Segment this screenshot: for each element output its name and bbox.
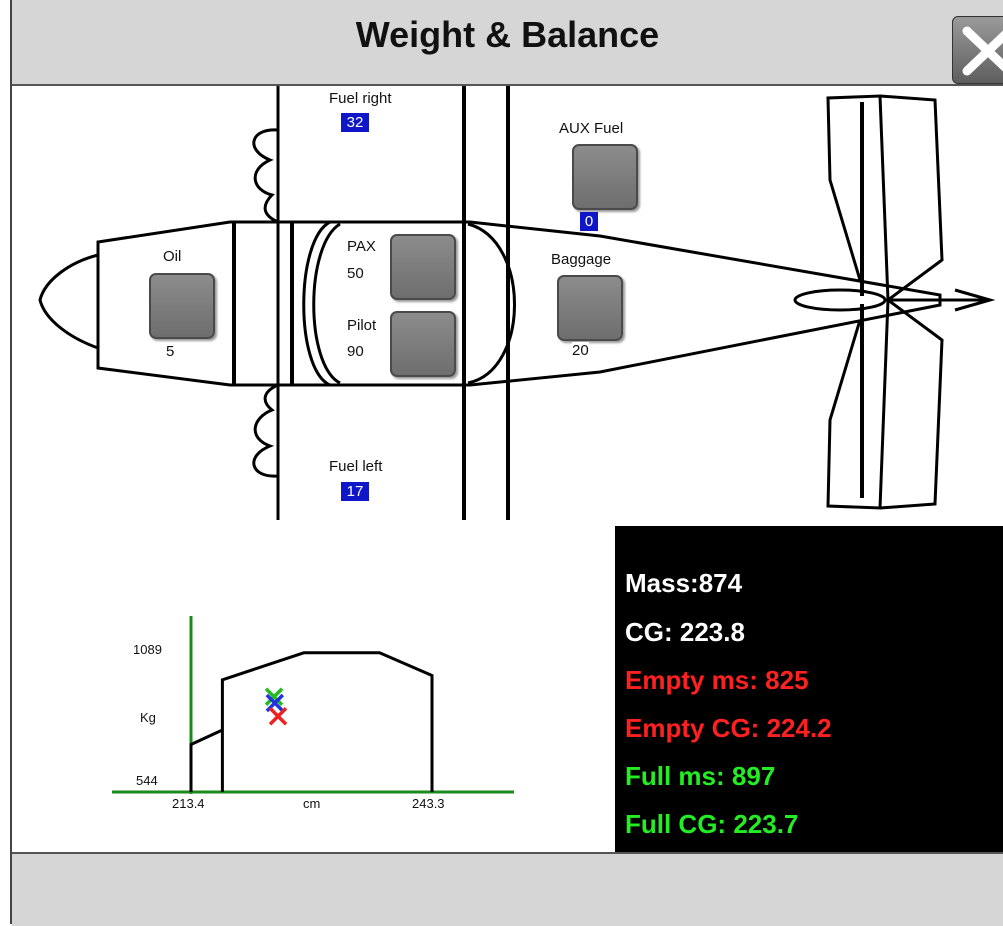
mass-readout: Mass:874 [625, 568, 743, 598]
y-axis-label: Kg [140, 710, 156, 725]
full-mass-readout: Full ms: 897 [625, 761, 776, 791]
cg-point-empty [268, 706, 288, 726]
x-tick-right: 243.3 [412, 796, 445, 811]
y-tick-top: 1089 [133, 642, 162, 657]
x-axis-label: cm [303, 796, 320, 811]
cg-readout: CG: 223.8 [625, 617, 745, 647]
full-cg-readout: Full CG: 223.7 [625, 809, 799, 839]
empty-cg-readout: Empty CG: 224.2 [625, 713, 832, 743]
cg-envelope-outline [189, 651, 434, 792]
x-tick-left: 213.4 [172, 796, 205, 811]
empty-mass-readout: Empty ms: 825 [625, 665, 809, 695]
y-tick-bottom: 544 [136, 773, 158, 788]
bottom-bar [12, 852, 1003, 926]
stats-panel: Mass:874 CG: 223.8 Empty ms: 825 Empty C… [615, 526, 1003, 852]
